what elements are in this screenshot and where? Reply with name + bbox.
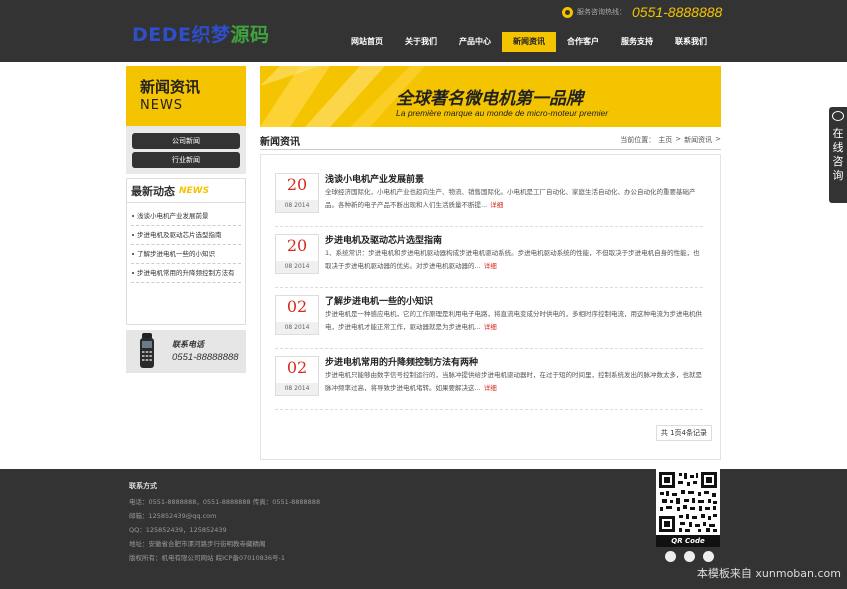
breadcrumb-news[interactable]: 新闻资讯 [684, 135, 712, 145]
latest-news-item[interactable]: 了解步进电机一些的小知识 [131, 245, 241, 264]
footer: 联系方式 电话：0551-8888888，0551-8888888 传真：055… [0, 469, 847, 589]
read-more-link[interactable]: 详细 [484, 262, 497, 270]
sidebar-title-cn: 新闻资讯 [140, 78, 201, 96]
breadcrumb-separator: > [715, 135, 721, 143]
logo-text-primary: DEDE织梦 [132, 24, 231, 46]
section-title: 新闻资讯 [260, 137, 300, 148]
date-badge: 20 08 2014 [275, 234, 319, 274]
nav-item-contact[interactable]: 联系我们 [664, 32, 718, 52]
section-header: 新闻资讯 当前位置： 主页 > 新闻资讯 > [260, 130, 721, 150]
footer-copyright: 版权所有：机电有限公司网站 皖ICP备07010836号-1 [129, 554, 286, 562]
online-consult-label: 在线咨询 [832, 127, 844, 182]
email-icon[interactable] [684, 551, 695, 562]
date-badge: 02 08 2014 [275, 356, 319, 396]
article-title[interactable]: 步进电机及驱动芯片选型指南 [325, 233, 442, 246]
article-summary: 1、系统常识：步进电机和步进电机驱动器构成步进电机驱动系统。步进电机驱动系统的性… [325, 247, 705, 273]
read-more-link[interactable]: 详细 [484, 384, 497, 392]
article-summary-text: 步进电机是一种感应电机，它的工作原理是利用电子电路，将直流电变成分时供电的，多相… [325, 310, 702, 331]
contact-number: 0551-88888888 [172, 352, 239, 363]
breadcrumb-label: 当前位置： [620, 136, 656, 144]
telephone-icon [140, 333, 154, 368]
article-summary-text: 步进电机只能够由数字信号控制运行的，当脉冲提供给步进电机驱动器时，在过于短的时间… [325, 371, 702, 392]
breadcrumb-home[interactable]: 主页 [658, 135, 672, 145]
banner: 全球著名微电机第一品牌 La première marque au monde … [260, 66, 721, 127]
logo-text-secondary: 源码 [230, 24, 270, 46]
hotline: 服务咨询热线： 0551-8888888 [562, 3, 722, 21]
date-month-year: 08 2014 [276, 322, 318, 334]
watermark-text: 本模板来自 xunmoban.com [696, 567, 841, 580]
footer-phone: 电话：0551-8888888，0551-8888888 传真：0551-888… [129, 498, 321, 506]
latest-news-list: 浅谈小电机产业发展前景 步进电机及驱动芯片选型指南 了解步进电机一些的小知识 步… [131, 207, 241, 283]
nav-item-news[interactable]: 新闻资讯 [502, 32, 556, 52]
category-list: 公司新闻 行业新闻 [126, 126, 246, 174]
online-consult-tab[interactable]: 在线咨询 [829, 107, 847, 203]
latest-news-item[interactable]: 步进电机常用的升降频控制方法有 [131, 264, 241, 283]
nav-item-products[interactable]: 产品中心 [448, 32, 502, 52]
latest-news-box: 最新动态 NEWS 浅谈小电机产业发展前景 步进电机及驱动芯片选型指南 了解步进… [126, 178, 246, 325]
phone-icon [562, 6, 573, 18]
article-title[interactable]: 步进电机常用的升降频控制方法有两种 [325, 355, 478, 368]
qr-code-icon [656, 469, 720, 535]
footer-email: 邮箱：125852439@qq.com [129, 512, 217, 520]
header: DEDE织梦源码 服务咨询热线： 0551-8888888 网站首页 关于我们 … [0, 0, 847, 62]
read-more-link[interactable]: 详细 [484, 323, 497, 331]
contact-phone-box: 联系电话 0551-88888888 [126, 330, 246, 373]
category-industry-news[interactable]: 行业新闻 [132, 152, 240, 168]
latest-news-item[interactable]: 步进电机及驱动芯片选型指南 [131, 226, 241, 245]
hotline-label: 服务咨询热线： [577, 8, 626, 16]
banner-title: 全球著名微电机第一品牌 [396, 89, 583, 109]
date-month-year: 08 2014 [276, 200, 318, 212]
contact-label: 联系电话 [172, 340, 204, 349]
nav-item-support[interactable]: 服务支持 [610, 32, 664, 52]
article-title[interactable]: 浅谈小电机产业发展前景 [325, 172, 424, 185]
article-summary: 步进电机只能够由数字信号控制运行的，当脉冲提供给步进电机驱动器时，在过于短的时间… [325, 369, 705, 395]
hotline-number: 0551-8888888 [632, 4, 723, 20]
article-item: 20 08 2014 浅谈小电机产业发展前景 全球经济国际化，小电机产业也趋向生… [275, 169, 703, 227]
latest-news-item[interactable]: 浅谈小电机产业发展前景 [131, 207, 241, 226]
date-month-year: 08 2014 [276, 383, 318, 395]
breadcrumb: 当前位置： 主页 > 新闻资讯 > [617, 135, 721, 145]
footer-title: 联系方式 [129, 482, 157, 490]
category-company-news[interactable]: 公司新闻 [132, 133, 240, 149]
footer-qq: QQ：125852439，125852439 [129, 526, 227, 534]
latest-title-cn: 最新动态 [131, 185, 175, 198]
nav-item-clients[interactable]: 合作客户 [556, 32, 610, 52]
date-day: 02 [286, 297, 308, 316]
date-day: 20 [286, 236, 308, 255]
article-summary: 全球经济国际化，小电机产业也趋向生产、物流、销售国际化。小电机是工厂自动化、家庭… [325, 186, 705, 212]
date-badge: 20 08 2014 [275, 173, 319, 213]
qq-icon[interactable] [665, 551, 676, 562]
date-badge: 02 08 2014 [275, 295, 319, 335]
article-list: 20 08 2014 浅谈小电机产业发展前景 全球经济国际化，小电机产业也趋向生… [260, 154, 721, 460]
article-summary-text: 全球经济国际化，小电机产业也趋向生产、物流、销售国际化。小电机是工厂自动化、家庭… [325, 188, 696, 209]
read-more-link[interactable]: 详细 [490, 201, 503, 209]
article-summary-text: 1、系统常识：步进电机和步进电机驱动器构成步进电机驱动系统。步进电机驱动系统的性… [325, 249, 700, 270]
latest-title-en: NEWS [179, 186, 210, 196]
weibo-icon[interactable] [703, 551, 714, 562]
main-nav: 网站首页 关于我们 产品中心 新闻资讯 合作客户 服务支持 联系我们 [340, 32, 718, 52]
date-day: 20 [286, 175, 308, 194]
date-month-year: 08 2014 [276, 261, 318, 273]
breadcrumb-separator: > [675, 135, 682, 143]
footer-address: 地址：安徽省合肥市漯河路步行街明教寺藏精阁 [129, 540, 266, 548]
article-title[interactable]: 了解步进电机一些的小知识 [325, 294, 433, 307]
chat-bubble-icon [832, 111, 844, 121]
nav-item-home[interactable]: 网站首页 [340, 32, 394, 52]
date-day: 02 [286, 358, 308, 377]
sidebar-title-en: NEWS [140, 98, 184, 113]
qr-code-label: QR Code [656, 535, 720, 547]
article-item: 20 08 2014 步进电机及驱动芯片选型指南 1、系统常识：步进电机和步进电… [275, 230, 703, 288]
pagination: 共 1页4条记录 [655, 425, 712, 441]
latest-news-header: 最新动态 NEWS [127, 179, 245, 203]
nav-item-about[interactable]: 关于我们 [394, 32, 448, 52]
article-item: 02 08 2014 了解步进电机一些的小知识 步进电机是一种感应电机，它的工作… [275, 291, 703, 349]
article-item: 02 08 2014 步进电机常用的升降频控制方法有两种 步进电机只能够由数字信… [275, 352, 703, 410]
article-summary: 步进电机是一种感应电机，它的工作原理是利用电子电路，将直流电变成分时供电的，多相… [325, 308, 705, 334]
sidebar-title-box: 新闻资讯 NEWS [126, 66, 246, 126]
site-logo[interactable]: DEDE织梦源码 [132, 20, 270, 47]
banner-subtitle: La première marque au monde de micro-mot… [396, 108, 609, 118]
